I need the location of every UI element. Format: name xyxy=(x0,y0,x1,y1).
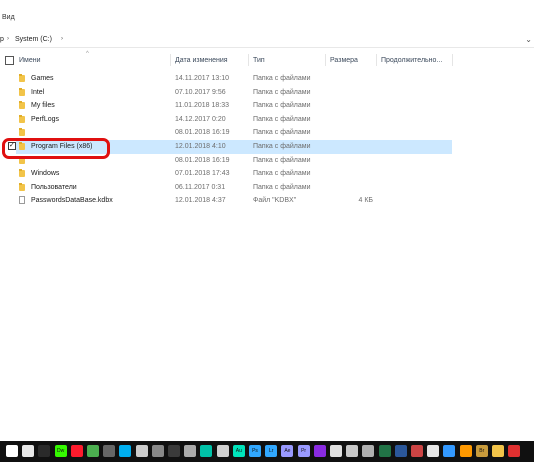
folder-icon xyxy=(19,87,25,96)
address-prefix: р xyxy=(0,36,4,43)
column-divider[interactable] xyxy=(325,54,326,66)
photoshop-icon[interactable]: Ps xyxy=(249,445,261,457)
file-name: My files xyxy=(31,102,55,110)
column-headers: ^ Имени Дата изменения Тип Размера Продо… xyxy=(0,51,534,68)
app-icon[interactable] xyxy=(151,445,164,457)
file-type: Файл "KDBX" xyxy=(253,197,297,205)
file-type: Папка с файлами xyxy=(253,156,311,164)
list-item[interactable]: Intel 07.10.2017 9:56 Папка с файлами xyxy=(0,86,534,100)
audition-icon[interactable]: Au xyxy=(232,445,245,457)
app-icon[interactable] xyxy=(200,445,213,457)
file-date: 08.01.2018 16:19 xyxy=(175,129,230,137)
chevron-right-icon[interactable]: › xyxy=(61,36,63,42)
list-item[interactable]: PerfLogs 14.12.2017 0:20 Папка с файлами xyxy=(0,113,534,127)
file-date: 12.01.2018 4:10 xyxy=(175,143,226,150)
address-location[interactable]: System (C:) xyxy=(15,36,52,43)
file-name: PasswordsDataBase.kdbx xyxy=(31,197,113,205)
file-name: Intel xyxy=(31,88,45,96)
sort-up-icon: ^ xyxy=(86,51,89,57)
app-icon[interactable] xyxy=(427,445,440,457)
file-name: Windows xyxy=(31,170,60,178)
file-icon xyxy=(19,196,25,205)
menu-bar: Вид xyxy=(0,0,534,27)
app-icon[interactable] xyxy=(135,445,148,457)
column-header-duration[interactable]: Продолжительно... xyxy=(381,57,442,64)
chevron-down-icon[interactable]: ⌄ xyxy=(525,35,532,44)
list-item[interactable]: Windows 07.01.2018 17:43 Папка с файлами xyxy=(0,167,534,181)
app-icon[interactable] xyxy=(508,445,521,457)
file-date: 14.11.2017 13:10 xyxy=(175,75,229,82)
column-header-size[interactable]: Размера xyxy=(330,57,358,64)
folder-icon xyxy=(19,101,25,110)
folder-icon xyxy=(19,74,25,82)
column-divider[interactable] xyxy=(452,54,453,66)
column-header-name[interactable]: Имени xyxy=(19,57,41,64)
excel-icon[interactable] xyxy=(378,445,391,457)
lightroom-icon[interactable]: Lr xyxy=(265,445,278,457)
address-bar[interactable]: р › System (C:) › ⌄ xyxy=(0,33,534,48)
chevron-right-icon[interactable]: › xyxy=(7,36,9,42)
select-all-checkbox[interactable] xyxy=(5,56,14,65)
file-type: Папка с файлами xyxy=(253,115,311,123)
premiere-icon[interactable]: Pr xyxy=(297,445,310,457)
app-icon[interactable] xyxy=(443,445,456,457)
app-icon[interactable] xyxy=(330,445,342,457)
file-type: Папка с файлами xyxy=(253,102,311,110)
list-item[interactable]: Games 14.11.2017 13:10 Папка с файлами xyxy=(0,72,534,86)
app-icon[interactable] xyxy=(313,445,326,457)
folder-icon[interactable] xyxy=(492,445,504,457)
menu-view[interactable]: Вид xyxy=(2,14,15,21)
chrome-icon[interactable] xyxy=(87,445,99,457)
file-type: Папка с файлами xyxy=(253,170,311,178)
word-icon[interactable] xyxy=(394,445,407,457)
annotation-highlight xyxy=(2,138,110,159)
column-divider[interactable] xyxy=(248,54,249,66)
file-date: 12.01.2018 4:37 xyxy=(175,197,226,205)
app-icon[interactable] xyxy=(103,445,116,457)
app-icon[interactable] xyxy=(168,445,180,457)
column-header-type[interactable]: Тип xyxy=(253,57,265,64)
app-icon[interactable] xyxy=(411,445,423,457)
folder-icon xyxy=(19,182,25,191)
app-icon[interactable] xyxy=(38,445,51,457)
search-icon[interactable] xyxy=(6,445,18,457)
folder-icon xyxy=(19,128,25,137)
chrome-icon[interactable] xyxy=(22,445,35,457)
aftereffects-icon[interactable]: Ae xyxy=(281,445,294,457)
opera-icon[interactable] xyxy=(70,445,83,457)
file-date: 06.11.2017 0:31 xyxy=(175,183,226,191)
list-item[interactable]: PasswordsDataBase.kdbx 12.01.2018 4:37 Ф… xyxy=(0,194,534,208)
file-type: Папка с файлами xyxy=(253,129,311,137)
app-icon[interactable] xyxy=(184,445,197,457)
file-name: Пользователи xyxy=(31,183,77,191)
column-divider[interactable] xyxy=(376,54,377,66)
file-name: PerfLogs xyxy=(31,115,60,123)
folder-icon xyxy=(19,114,25,123)
folder-icon xyxy=(19,169,25,178)
bridge-icon[interactable]: Br xyxy=(475,445,488,457)
file-type: Папка с файлами xyxy=(253,143,311,150)
file-size: 4 КБ xyxy=(358,197,373,205)
file-date: 14.12.2017 0:20 xyxy=(175,115,226,123)
list-item[interactable]: My files 11.01.2018 18:33 Папка с файлам… xyxy=(0,99,534,113)
file-date: 11.01.2018 18:33 xyxy=(175,102,229,110)
app-icon[interactable] xyxy=(216,445,229,457)
file-date: 07.10.2017 9:56 xyxy=(175,88,226,96)
list-item[interactable]: Пользователи 06.11.2017 0:31 Папка с фай… xyxy=(0,181,534,195)
file-name: Games xyxy=(31,75,54,82)
dreamweaver-icon[interactable]: Dw xyxy=(54,445,67,457)
column-divider[interactable] xyxy=(170,54,171,66)
file-type: Папка с файлами xyxy=(253,75,311,82)
file-date: 08.01.2018 16:19 xyxy=(175,156,230,164)
file-date: 07.01.2018 17:43 xyxy=(175,170,230,178)
column-header-date[interactable]: Дата изменения xyxy=(175,57,228,64)
taskbar: Dw Au Ps Lr Ae Pr Br xyxy=(0,441,534,462)
file-type: Папка с файлами xyxy=(253,183,311,191)
app-icon[interactable] xyxy=(362,445,375,457)
file-type: Папка с файлами xyxy=(253,88,311,96)
app-icon[interactable] xyxy=(346,445,359,457)
skype-icon[interactable] xyxy=(119,445,132,457)
app-icon[interactable] xyxy=(459,445,472,457)
